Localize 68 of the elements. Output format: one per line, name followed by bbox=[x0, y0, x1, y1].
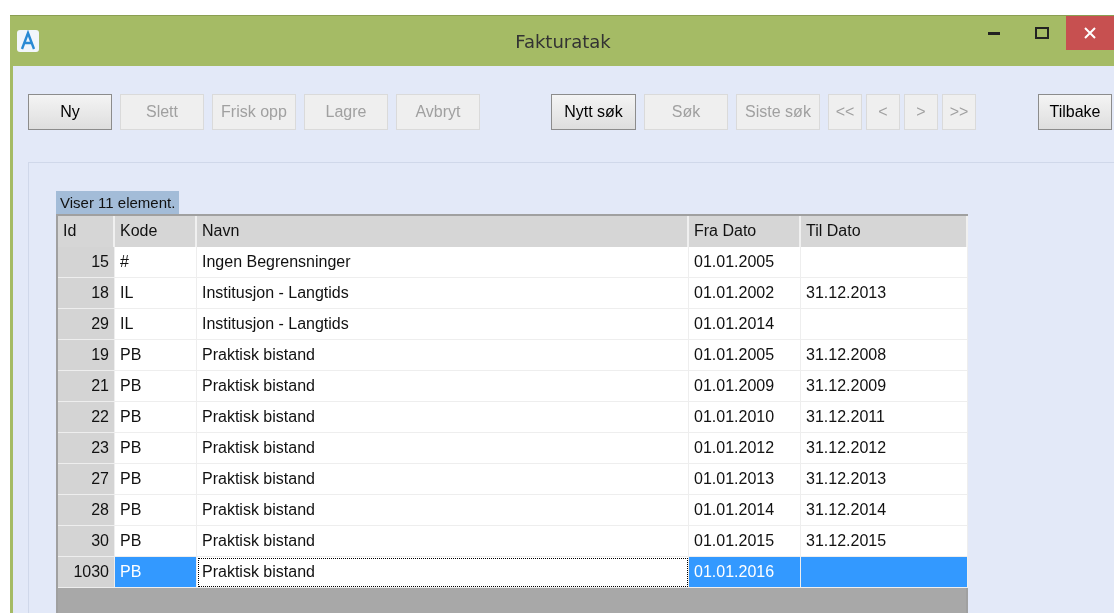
app-logo-icon bbox=[17, 30, 39, 52]
table-cell[interactable]: 01.01.2012 bbox=[689, 433, 801, 464]
row-id-cell: 23 bbox=[58, 433, 115, 464]
row-id-cell: 21 bbox=[58, 371, 115, 402]
row-id-cell: 29 bbox=[58, 309, 115, 340]
close-icon bbox=[1084, 27, 1096, 39]
table-cell[interactable]: 01.01.2010 bbox=[689, 402, 801, 433]
row-id-cell: 28 bbox=[58, 495, 115, 526]
table-cell[interactable]: PB bbox=[115, 433, 197, 464]
minimize-icon bbox=[988, 31, 1000, 35]
table-cell[interactable]: PB bbox=[115, 495, 197, 526]
table-cell[interactable]: 31.12.2014 bbox=[801, 495, 968, 526]
table-cell[interactable]: 31.12.2011 bbox=[801, 402, 968, 433]
table-cell[interactable]: Praktisk bistand bbox=[197, 433, 689, 464]
toolbar-button[interactable]: Tilbake bbox=[1038, 94, 1112, 130]
table-cell[interactable]: Praktisk bistand bbox=[197, 371, 689, 402]
table-cell[interactable]: 31.12.2015 bbox=[801, 526, 968, 557]
table-cell[interactable]: 01.01.2005 bbox=[689, 247, 801, 278]
row-id-cell: 1030 bbox=[58, 557, 115, 588]
table-cell[interactable]: 31.12.2008 bbox=[801, 340, 968, 371]
column-header[interactable]: Fra Dato bbox=[689, 216, 801, 247]
column-header[interactable]: Til Dato bbox=[801, 216, 968, 247]
row-id-cell: 22 bbox=[58, 402, 115, 433]
table-cell[interactable]: Institusjon - Langtids bbox=[197, 278, 689, 309]
table-cell[interactable]: 01.01.2015 bbox=[689, 526, 801, 557]
table-cell[interactable]: 01.01.2013 bbox=[689, 464, 801, 495]
table-cell[interactable]: IL bbox=[115, 309, 197, 340]
table-cell[interactable]: Ingen Begrensninger bbox=[197, 247, 689, 278]
table-cell[interactable]: 01.01.2005 bbox=[689, 340, 801, 371]
table-cell[interactable]: Praktisk bistand bbox=[197, 340, 689, 371]
table-cell[interactable]: Praktisk bistand bbox=[197, 526, 689, 557]
column-header[interactable]: Kode bbox=[115, 216, 197, 247]
table-cell[interactable]: Praktisk bistand bbox=[197, 557, 689, 588]
table-cell[interactable]: Praktisk bistand bbox=[197, 495, 689, 526]
table-cell[interactable] bbox=[801, 557, 968, 588]
window-title: Fakturatak bbox=[514, 30, 612, 52]
table-cell[interactable]: PB bbox=[115, 526, 197, 557]
column-header[interactable]: Id bbox=[58, 216, 115, 247]
table-cell[interactable]: 01.01.2014 bbox=[689, 495, 801, 526]
row-id-cell: 18 bbox=[58, 278, 115, 309]
table-cell[interactable]: PB bbox=[115, 464, 197, 495]
close-button[interactable] bbox=[1066, 16, 1114, 50]
maximize-icon bbox=[1035, 27, 1049, 39]
table-cell[interactable]: 01.01.2009 bbox=[689, 371, 801, 402]
table-cell[interactable] bbox=[801, 309, 968, 340]
table-cell[interactable]: 31.12.2013 bbox=[801, 464, 968, 495]
table-cell[interactable]: PB bbox=[115, 402, 197, 433]
row-id-cell: 27 bbox=[58, 464, 115, 495]
table-cell[interactable]: 01.01.2014 bbox=[689, 309, 801, 340]
row-id-cell: 15 bbox=[58, 247, 115, 278]
table-cell[interactable]: PB bbox=[115, 340, 197, 371]
row-id-cell: 30 bbox=[58, 526, 115, 557]
table-cell[interactable]: IL bbox=[115, 278, 197, 309]
table-cell[interactable]: PB bbox=[115, 371, 197, 402]
table-cell[interactable]: 31.12.2009 bbox=[801, 371, 968, 402]
table-cell[interactable]: Praktisk bistand bbox=[197, 464, 689, 495]
table-cell[interactable]: 31.12.2012 bbox=[801, 433, 968, 464]
row-id-cell: 19 bbox=[58, 340, 115, 371]
table-cell[interactable] bbox=[801, 247, 968, 278]
table-cell[interactable]: 01.01.2002 bbox=[689, 278, 801, 309]
table-cell[interactable]: Praktisk bistand bbox=[197, 402, 689, 433]
toolbar-button[interactable]: Ny bbox=[28, 94, 112, 130]
table-cell[interactable]: Institusjon - Langtids bbox=[197, 309, 689, 340]
status-label: Viser 11 element. bbox=[56, 191, 180, 214]
table-cell[interactable]: # bbox=[115, 247, 197, 278]
column-header[interactable]: Navn bbox=[197, 216, 689, 247]
table-cell[interactable]: 31.12.2013 bbox=[801, 278, 968, 309]
toolbar-button[interactable]: Nytt søk bbox=[551, 94, 636, 130]
